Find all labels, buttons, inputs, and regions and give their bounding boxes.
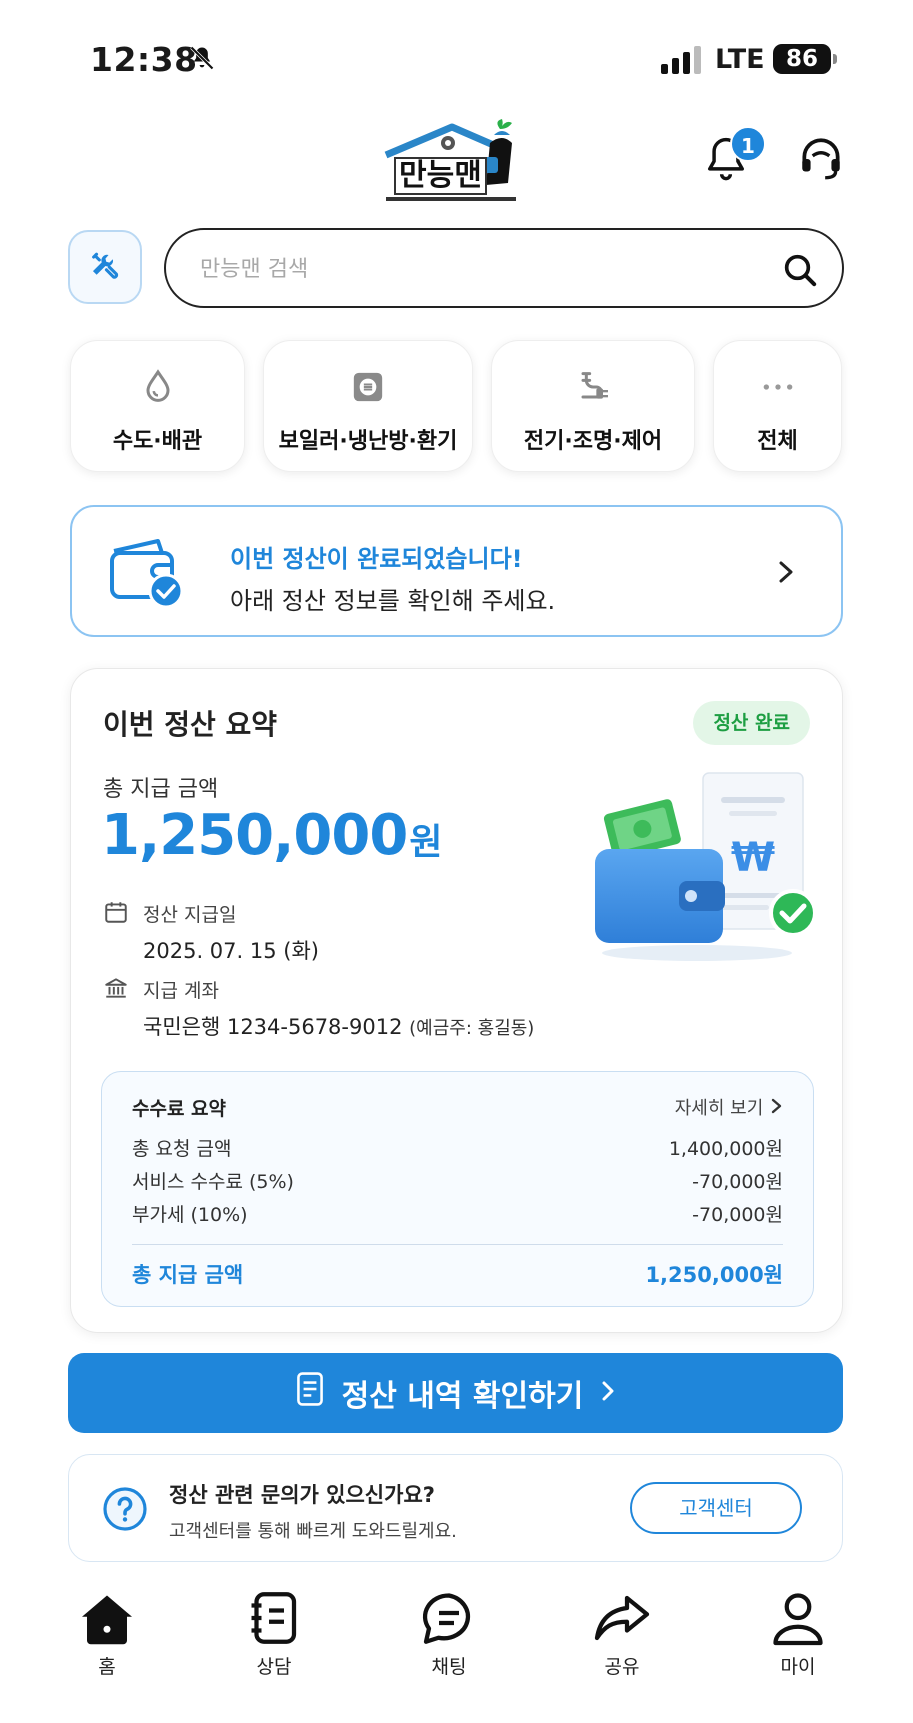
document-icon	[294, 1371, 326, 1415]
fee-detail-link[interactable]: 자세히 보기	[675, 1094, 783, 1120]
settlement-summary-card: 이번 정산 요약 정산 완료 총 지급 금액 1,250,000원 정산 지급일…	[70, 668, 843, 1333]
fee-total-row: 총 지급 금액 1,250,000원	[132, 1259, 783, 1289]
tab-label: 마이	[780, 1656, 816, 1678]
payout-date-label: 정산 지급일	[143, 904, 237, 926]
payout-date-value: 2025. 07. 15 (화)	[143, 939, 319, 963]
notice-title: 이번 정산이 완료되었습니다!	[230, 545, 523, 573]
view-settlement-history-button[interactable]: 정산 내역 확인하기	[68, 1353, 843, 1433]
share-icon	[594, 1595, 650, 1641]
fee-row: 서비스 수수료 (5%) -70,000원	[132, 1167, 783, 1195]
chevron-right-icon	[769, 1098, 783, 1119]
water-drop-icon	[138, 367, 178, 411]
tab-my[interactable]: 마이	[743, 1590, 853, 1679]
customer-center-button[interactable]: 고객센터	[630, 1482, 802, 1534]
bottom-tab-bar: 홈 상담 채팅 공유 마이	[0, 1580, 913, 1723]
chevron-right-icon	[775, 559, 797, 589]
settlement-complete-notice[interactable]: 이번 정산이 완료되었습니다! 아래 정산 정보를 확인해 주세요.	[70, 505, 843, 637]
home-icon	[82, 1595, 132, 1645]
profile-icon	[773, 1593, 823, 1646]
signal-icon	[661, 46, 701, 74]
calendar-icon	[103, 899, 129, 929]
headset-icon	[802, 138, 840, 180]
search-input[interactable]	[200, 252, 740, 286]
total-payout-amount: 1,250,000원	[101, 803, 442, 868]
fee-row-value: 1,400,000원	[668, 1138, 783, 1160]
app-logo[interactable]: 만능맨	[382, 113, 534, 203]
account-holder: (예금주: 홍길동)	[409, 1018, 535, 1039]
tools-button[interactable]	[68, 230, 142, 304]
tab-label: 공유	[604, 1656, 640, 1678]
account-value: 국민은행 1234-5678-9012 (예금주: 홍길동)	[143, 1011, 534, 1041]
tab-chat[interactable]: 채팅	[394, 1590, 504, 1679]
chat-icon	[422, 1593, 471, 1644]
customer-service-button[interactable]	[796, 134, 846, 184]
divider	[132, 1244, 783, 1245]
category-all[interactable]: 전체	[713, 340, 842, 472]
wallet-check-icon	[108, 535, 188, 615]
category-boiler-hvac[interactable]: 보일러·냉난방·환기	[263, 340, 473, 472]
fee-summary-box: 수수료 요약 자세히 보기 총 요청 금액 1,400,000원 서비스 수수료…	[101, 1071, 814, 1307]
category-label: 수도·배관	[112, 429, 203, 454]
category-label: 전체	[757, 429, 798, 454]
fee-row-label: 총 요청 금액	[132, 1138, 232, 1160]
notification-count-badge: 1	[730, 126, 766, 162]
tab-consult[interactable]: 상담	[219, 1590, 329, 1679]
chevron-right-icon	[599, 1376, 617, 1411]
illustration-currency-symbol: ₩	[731, 835, 775, 881]
network-type: LTE	[715, 44, 765, 75]
category-plumbing[interactable]: 수도·배관	[70, 340, 245, 472]
tab-label: 홈	[98, 1656, 116, 1678]
battery-indicator: 86	[773, 44, 837, 74]
total-amount-value: 1,250,000	[101, 803, 408, 868]
question-icon	[101, 1485, 149, 1537]
tab-home[interactable]: 홈	[52, 1590, 162, 1679]
help-title: 정산 관련 문의가 있으신가요?	[169, 1483, 435, 1507]
fee-total-value: 1,250,000원	[645, 1263, 783, 1287]
cta-label: 정산 내역 확인하기	[341, 1379, 584, 1414]
status-badge: 정산 완료	[693, 701, 810, 745]
bell-off-icon	[188, 44, 216, 76]
fee-row-label: 부가세 (10%)	[132, 1204, 248, 1226]
tools-icon	[92, 252, 119, 279]
account-label: 지급 계좌	[143, 980, 219, 1002]
logo-text: 만능맨	[394, 157, 487, 195]
fee-row-label: 서비스 수수료 (5%)	[132, 1171, 294, 1193]
fee-row: 총 요청 금액 1,400,000원	[132, 1134, 783, 1162]
category-label: 전기·조명·제어	[523, 429, 663, 454]
status-bar: 12:38 LTE 86	[0, 0, 913, 110]
more-dots-icon	[758, 367, 798, 411]
help-subtitle: 고객센터를 통해 빠르게 도와드릴게요.	[169, 1521, 457, 1542]
tab-label: 채팅	[431, 1656, 467, 1678]
wallet-receipt-illustration: ₩	[587, 765, 827, 965]
notice-subtitle: 아래 정산 정보를 확인해 주세요.	[230, 587, 556, 615]
category-electric[interactable]: 전기·조명·제어	[491, 340, 695, 472]
plug-icon	[573, 367, 613, 411]
total-amount-unit: 원	[409, 822, 442, 863]
tab-label: 상담	[256, 1656, 292, 1678]
status-time: 12:38	[90, 40, 198, 79]
fee-summary-title: 수수료 요약	[132, 1098, 227, 1120]
boiler-icon	[348, 367, 388, 411]
account-number: 국민은행 1234-5678-9012	[143, 1015, 403, 1039]
total-payout-label: 총 지급 금액	[103, 777, 219, 802]
bank-icon	[103, 975, 129, 1005]
fee-row-value: -70,000원	[692, 1204, 783, 1226]
category-label: 보일러·냉난방·환기	[278, 429, 458, 454]
fee-detail-label: 자세히 보기	[674, 1098, 764, 1119]
tab-share[interactable]: 공유	[567, 1590, 677, 1679]
summary-title: 이번 정산 요약	[103, 708, 278, 741]
consult-icon	[251, 1592, 297, 1644]
fee-row-value: -70,000원	[692, 1171, 783, 1193]
fee-row: 부가세 (10%) -70,000원	[132, 1200, 783, 1228]
help-banner: 정산 관련 문의가 있으신가요? 고객센터를 통해 빠르게 도와드릴게요. 고객…	[68, 1454, 843, 1562]
search-bar[interactable]	[164, 228, 844, 308]
search-icon[interactable]	[780, 250, 820, 294]
fee-total-label: 총 지급 금액	[132, 1263, 244, 1287]
